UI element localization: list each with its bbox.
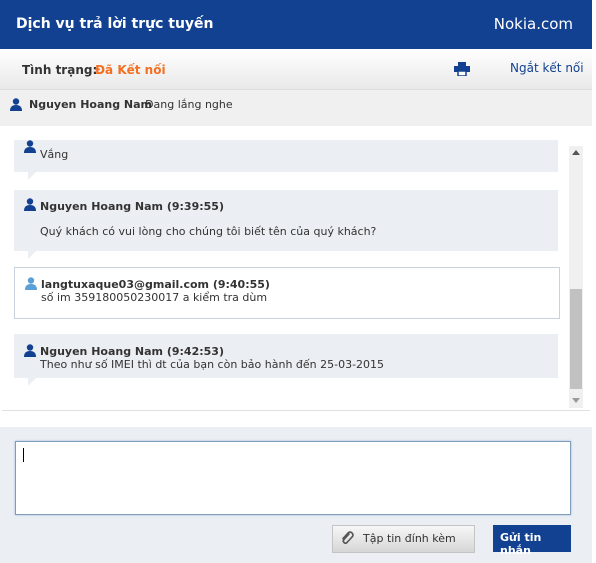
chat-message: langtuxaque03@gmail.com (9:40:55) số im … [14,267,560,319]
agent-status-bar: Nguyen Hoang Nam Đang lắng nghe [0,90,592,126]
status-value: Đã Kết nối [95,63,166,77]
message-input[interactable] [15,441,571,515]
composer-panel: Tập tin đính kèm Gửi tin nhắn [0,427,592,563]
attach-file-button[interactable]: Tập tin đính kèm [332,525,475,553]
chat-message: Nguyen Hoang Nam (9:39:55) Quý khách có … [14,190,558,259]
chat-transcript[interactable]: Vắng Nguyen Hoang Nam (9:39:55) Quý khác… [2,126,590,411]
message-sender: Nguyen Hoang Nam (9:39:55) [40,200,224,213]
paperclip-icon [342,531,354,545]
scrollbar-thumb[interactable] [570,289,582,389]
send-message-button[interactable]: Gửi tin nhắn [493,525,571,557]
chat-message: Nguyen Hoang Nam (9:42:53) Theo như số I… [14,334,558,386]
agent-state: Đang lắng nghe [145,98,233,111]
bubble-tail [28,378,36,386]
user-icon [24,140,36,153]
bubble-tail [28,172,36,180]
header-bar: Dịch vụ trả lời trực tuyến Nokia.com [0,0,592,49]
message-sender: Nguyen Hoang Nam (9:42:53) [40,345,224,358]
window-title: Dịch vụ trả lời trực tuyến [16,16,214,32]
user-icon [25,277,37,290]
text-caret [23,448,24,462]
bubble-tail [28,251,36,259]
disconnect-link[interactable]: Ngắt kết nối [510,61,584,75]
message-text: số im 359180050230017 a kiểm tra dùm [41,291,268,304]
status-label: Tình trạng: [22,63,98,77]
user-icon [24,198,36,211]
chat-scrollbar[interactable] [569,146,583,408]
scroll-down-arrow-icon[interactable] [572,398,580,403]
user-icon [24,344,36,357]
attach-button-label: Tập tin đính kèm [363,532,456,545]
message-text: Theo như số IMEI thì dt của bạn còn bảo … [40,358,385,371]
brand-label: Nokia.com [493,15,573,33]
message-text: Quý khách có vui lòng cho chúng tôi biết… [40,225,377,238]
send-button-label: Gửi tin nhắn [500,531,542,557]
message-text: Vắng [40,148,69,161]
message-sender: langtuxaque03@gmail.com (9:40:55) [41,278,270,291]
chat-message: Vắng [14,140,558,180]
agent-name: Nguyen Hoang Nam [29,98,153,111]
user-icon [10,98,22,111]
status-bar: Tình trạng: Đã Kết nối Ngắt kết nối [0,49,592,90]
printer-icon[interactable] [454,62,470,76]
scroll-up-arrow-icon[interactable] [572,150,580,155]
